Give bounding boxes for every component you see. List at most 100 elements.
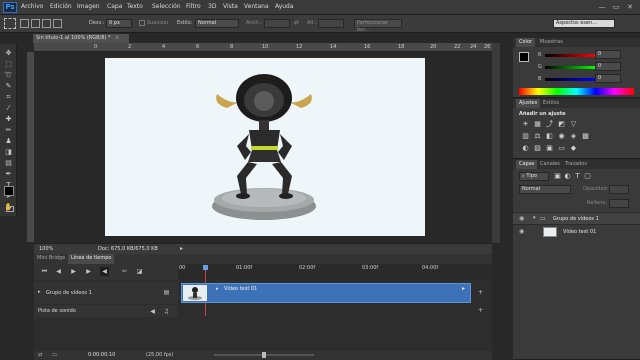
photo-filter-icon[interactable]: ◉: [557, 132, 566, 141]
split-icon[interactable]: ✂: [120, 267, 129, 276]
vibrance-icon[interactable]: ▽: [569, 120, 578, 129]
threshold-icon[interactable]: ▣: [545, 144, 554, 153]
tab-color[interactable]: Color: [516, 38, 536, 47]
transition-icon[interactable]: ◪: [135, 267, 144, 276]
clone-stamp-icon[interactable]: ♟: [2, 136, 15, 147]
refine-edge-button[interactable]: Perfeccionar bor...: [354, 19, 402, 33]
tab-close-icon[interactable]: ×: [115, 35, 119, 41]
visibility-eye-icon[interactable]: ◉: [519, 228, 524, 235]
next-frame-icon[interactable]: ▶: [84, 267, 93, 276]
eyedropper-icon[interactable]: ⁄: [2, 103, 15, 114]
zoom-slider-handle[interactable]: [262, 352, 266, 358]
track-menu-icon[interactable]: ▤: [162, 288, 171, 297]
tab-styles[interactable]: Estilos: [540, 99, 562, 108]
menu-3d[interactable]: 3D: [208, 3, 216, 10]
gradient-map-icon[interactable]: ▭: [557, 144, 566, 153]
clip-arrow-icon[interactable]: ▸: [216, 286, 219, 292]
workspace-select[interactable]: Aspectos esen...: [553, 19, 615, 28]
filter-shape-icon[interactable]: ▢: [583, 172, 592, 181]
subtract-selection-icon[interactable]: [42, 19, 51, 28]
height-input[interactable]: [318, 19, 344, 28]
layer-kind-filter[interactable]: ⌕ Tipo: [519, 172, 549, 181]
brightness-icon[interactable]: ☀: [521, 120, 530, 129]
filter-pixel-icon[interactable]: ▣: [553, 172, 562, 181]
track-audio[interactable]: Pista de sonido ◀ ♫: [34, 305, 178, 317]
add-selection-icon[interactable]: [31, 19, 40, 28]
maximize-icon[interactable]: ▭: [610, 2, 622, 12]
quick-select-icon[interactable]: ✎: [2, 81, 15, 92]
color-spectrum[interactable]: [519, 88, 634, 95]
tab-layers[interactable]: Capas: [516, 160, 538, 169]
gradient-icon[interactable]: ▤: [2, 158, 15, 169]
layer-video-row[interactable]: ◉ Vídeo test 01: [513, 224, 640, 238]
new-selection-icon[interactable]: [20, 19, 29, 28]
eraser-icon[interactable]: ◨: [2, 147, 15, 158]
channel-b-slider[interactable]: [545, 78, 595, 81]
channel-g-input[interactable]: 0: [595, 62, 621, 71]
menu-texto[interactable]: Texto: [127, 3, 143, 10]
swap-icon[interactable]: ⇄: [294, 19, 299, 26]
tab-swatches[interactable]: Muestras: [537, 38, 566, 47]
menu-filtro[interactable]: Filtro: [186, 3, 201, 10]
tab-mini-bridge[interactable]: Mini Bridge: [34, 254, 68, 263]
vertical-scrollbar[interactable]: [492, 43, 500, 243]
foreground-color-swatch[interactable]: [4, 186, 14, 196]
play-icon[interactable]: ▶: [69, 267, 78, 276]
onion-skin-icon[interactable]: ▭: [52, 352, 57, 358]
channel-b-input[interactable]: 0: [595, 74, 621, 83]
blend-mode-select[interactable]: Normal: [519, 185, 571, 194]
menu-archivo[interactable]: Archivo: [21, 3, 43, 10]
music-note-icon[interactable]: ♫: [162, 307, 171, 316]
tab-adjustments[interactable]: Ajustes: [516, 99, 541, 108]
minimize-icon[interactable]: —: [596, 2, 608, 12]
menu-imagen[interactable]: Imagen: [77, 3, 100, 10]
layer-group-row[interactable]: ◉ ▾ ▭ Grupo de vídeos 1: [513, 212, 640, 224]
menu-edicion[interactable]: Edición: [50, 3, 72, 10]
add-audio-icon[interactable]: +: [476, 306, 485, 315]
exposure-icon[interactable]: ◩: [557, 120, 566, 129]
tab-paths[interactable]: Trazados: [562, 160, 590, 169]
marquee-icon[interactable]: ⬚: [2, 59, 15, 70]
tab-channels[interactable]: Canales: [537, 160, 563, 169]
menu-ayuda[interactable]: Ayuda: [275, 3, 294, 10]
move-tool-icon[interactable]: ✥: [2, 48, 15, 59]
menu-vista[interactable]: Vista: [223, 3, 238, 10]
lookup-icon[interactable]: ▩: [581, 132, 590, 141]
fill-input[interactable]: [609, 199, 629, 208]
channel-r-input[interactable]: 0: [595, 50, 621, 59]
lasso-icon[interactable]: ➰: [2, 70, 15, 81]
curves-icon[interactable]: ⤴: [545, 120, 554, 129]
close-icon[interactable]: ✕: [624, 2, 636, 12]
posterize-icon[interactable]: ▨: [533, 144, 542, 153]
render-video-icon[interactable]: ⇄: [38, 352, 42, 358]
feather-input[interactable]: 0 px: [106, 19, 132, 28]
style-select[interactable]: Normal: [195, 19, 239, 28]
crop-icon[interactable]: ⌗: [2, 92, 15, 103]
bw-icon[interactable]: ◧: [545, 132, 554, 141]
clip-end-icon[interactable]: ▸: [462, 285, 465, 292]
menu-seleccion[interactable]: Selección: [152, 3, 181, 10]
opacity-input[interactable]: [609, 185, 629, 194]
status-arrow-icon[interactable]: ▸: [180, 245, 183, 252]
filter-adjust-icon[interactable]: ◐: [563, 172, 572, 181]
pen-icon[interactable]: ✒: [2, 169, 15, 180]
go-to-first-frame-icon[interactable]: ⏮: [40, 267, 49, 276]
brush-icon[interactable]: ✏: [2, 125, 15, 136]
speaker-icon[interactable]: ◀: [148, 307, 157, 316]
audio-icon[interactable]: ◀: [100, 267, 109, 276]
time-ruler[interactable]: 00 01:00f 02:00f 03:00f 04:00f: [178, 264, 492, 280]
quick-mask-icon[interactable]: [6, 206, 14, 212]
fg-color-icon[interactable]: [519, 52, 529, 62]
filter-type-icon[interactable]: T: [573, 172, 582, 181]
channel-r-slider[interactable]: [545, 54, 595, 57]
selective-color-icon[interactable]: ◆: [569, 144, 578, 153]
levels-icon[interactable]: ▦: [533, 120, 542, 129]
healing-brush-icon[interactable]: ✚: [2, 114, 15, 125]
menu-capa[interactable]: Capa: [107, 3, 122, 10]
intersect-selection-icon[interactable]: [53, 19, 62, 28]
width-input[interactable]: [264, 19, 290, 28]
previous-frame-icon[interactable]: ◀: [54, 267, 63, 276]
document-tab[interactable]: Sin título-1 al 100% (RGB/8) * ×: [33, 34, 129, 43]
channel-mixer-icon[interactable]: ◈: [569, 132, 578, 141]
visibility-eye-icon[interactable]: ◉: [519, 215, 524, 222]
